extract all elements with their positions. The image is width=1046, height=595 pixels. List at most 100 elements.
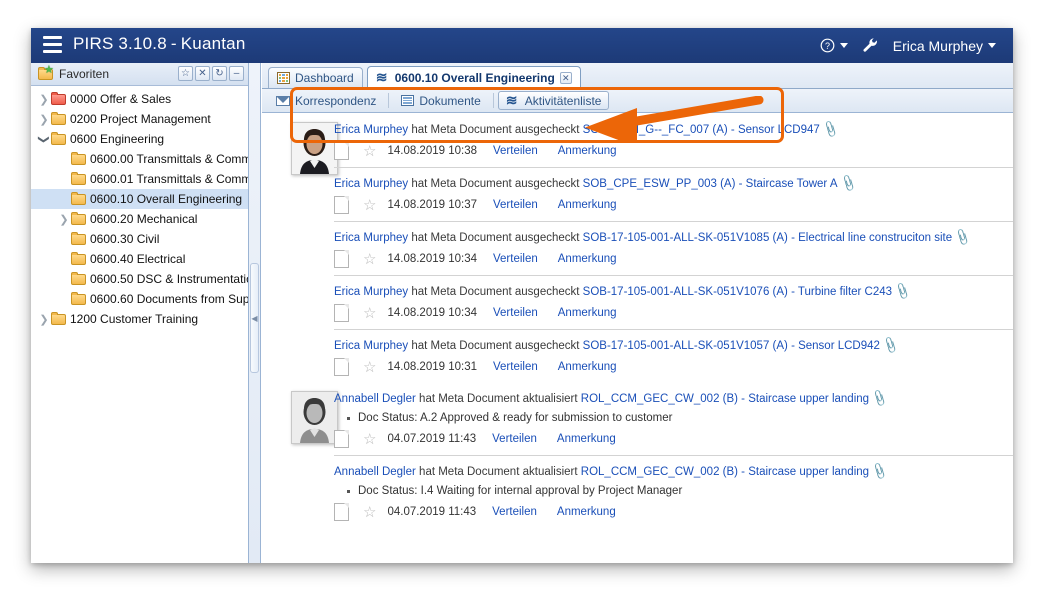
sidebar-tree-item[interactable]: ❯ 0200 Project Management <box>31 109 248 129</box>
document-icon[interactable] <box>334 250 349 268</box>
help-menu-button[interactable]: ? <box>813 28 855 63</box>
sidebar-splitter[interactable]: ◀ <box>249 63 261 563</box>
subtoolbar-button[interactable]: Dokumente <box>393 91 488 110</box>
tab-bar: Dashboard ≋ 0600.10 Overall Engineering ✕ <box>262 63 1013 89</box>
sidebar-tree-item[interactable]: 0600.10 Overall Engineering <box>31 189 248 209</box>
activity-user-link[interactable]: Erica Murphey <box>334 232 408 244</box>
avatar[interactable] <box>291 391 338 444</box>
activity-wave-icon: ≋ <box>375 68 388 85</box>
star-outline-icon[interactable]: ☆ <box>363 360 376 375</box>
splitter-collapse-handle[interactable]: ◀ <box>250 263 259 373</box>
chevron-down-icon <box>839 43 848 48</box>
activity-user-link[interactable]: Annabell Degler <box>334 393 416 405</box>
document-icon[interactable] <box>334 142 349 160</box>
activity-user-link[interactable]: Erica Murphey <box>334 340 408 352</box>
hamburger-menu-icon[interactable] <box>43 36 62 53</box>
tab-active[interactable]: ≋ 0600.10 Overall Engineering ✕ <box>366 66 581 88</box>
sidebar-tree-item[interactable]: 0600.40 Electrical <box>31 249 248 269</box>
note-link[interactable]: Anmerkung <box>558 145 617 157</box>
chevron-right-icon[interactable]: ❯ <box>37 93 51 106</box>
star-outline-icon[interactable]: ☆ <box>363 252 376 267</box>
document-icon[interactable] <box>334 196 349 214</box>
activity-document-link[interactable]: SOB-17-105-001-ALL-SK-051V1057 (A) - Sen… <box>583 340 880 352</box>
activity-user-link[interactable]: Annabell Degler <box>334 466 416 478</box>
username-label: Erica Murphey <box>892 37 983 54</box>
star-outline-icon[interactable]: ☆ <box>363 505 376 520</box>
tools-button[interactable] <box>855 28 886 63</box>
sidebar-tree-item[interactable]: 0600.50 DSC & Instrumentation <box>31 269 248 289</box>
activity-headline: Annabell Degler hat Meta Document aktual… <box>334 389 1013 409</box>
activity-user-link[interactable]: Erica Murphey <box>334 124 408 136</box>
activity-list[interactable]: Erica Murphey hat Meta Document ausgeche… <box>262 114 1013 563</box>
paperclip-icon[interactable]: 📎 <box>870 462 889 482</box>
tab-item[interactable]: Dashboard <box>268 67 363 88</box>
paperclip-icon[interactable]: 📎 <box>893 282 912 302</box>
sidebar: ★ Favoriten ☆ ✕ ↻ – ❯ 0000 Offer & Sales ❯ 020… <box>31 63 249 563</box>
document-icon[interactable] <box>334 358 349 376</box>
sidebar-tree-item[interactable]: 0600.60 Documents from Supplier <box>31 289 248 309</box>
sidebar-tree-item[interactable]: ❯ 1200 Customer Training <box>31 309 248 329</box>
star-outline-icon[interactable]: ☆ <box>363 432 376 447</box>
avatar-column <box>262 114 338 383</box>
activity-document-link[interactable]: ROL_CCM_GEC_CW_002 (B) - Staircase upper… <box>581 393 869 405</box>
share-link[interactable]: Verteilen <box>492 433 537 445</box>
sidebar-tree-item[interactable]: ❯ 0600 Engineering <box>31 129 248 149</box>
share-link[interactable]: Verteilen <box>493 145 538 157</box>
note-link[interactable]: Anmerkung <box>558 199 617 211</box>
chevron-down-icon[interactable]: ❯ <box>38 132 51 146</box>
note-link[interactable]: Anmerkung <box>557 506 616 518</box>
share-link[interactable]: Verteilen <box>493 199 538 211</box>
share-link[interactable]: Verteilen <box>493 361 538 373</box>
document-icon[interactable] <box>334 304 349 322</box>
title-bar: PIRS 3.10.8- Kuantan ? Erica Murphey <box>31 28 1013 63</box>
share-link[interactable]: Verteilen <box>493 253 538 265</box>
paperclip-icon[interactable]: 📎 <box>953 228 972 248</box>
minimize-button[interactable]: – <box>229 66 244 81</box>
paperclip-icon[interactable]: 📎 <box>880 336 900 356</box>
star-outline-icon[interactable]: ☆ <box>363 198 376 213</box>
document-icon[interactable] <box>334 503 349 521</box>
chevron-right-icon[interactable]: ❯ <box>37 113 51 126</box>
subtoolbar-button[interactable]: ≋ Aktivitätenliste <box>497 91 610 110</box>
sidebar-tree-item[interactable]: 0600.00 Transmittals & Comments <box>31 149 248 169</box>
star-outline-icon[interactable]: ☆ <box>363 144 376 159</box>
activity-meta-row: ☆ 14.08.2019 10:31 Verteilen Anmerkung <box>334 358 1013 376</box>
sidebar-tree-item[interactable]: ❯ 0600.20 Mechanical <box>31 209 248 229</box>
close-panel-button[interactable]: ✕ <box>195 66 210 81</box>
activity-document-link[interactable]: SOB-17-105-001-ALL-SK-051V1085 (A) - Ele… <box>583 232 952 244</box>
sidebar-tree-item[interactable]: 0600.30 Civil <box>31 229 248 249</box>
user-menu-button[interactable]: Erica Murphey <box>886 28 1003 63</box>
activity-document-link[interactable]: SOB_CPE_ESW_PP_003 (A) - Staircase Tower… <box>583 178 838 190</box>
close-icon[interactable]: ✕ <box>559 71 572 84</box>
activity-timestamp: 14.08.2019 10:38 <box>387 145 477 157</box>
paperclip-icon[interactable]: 📎 <box>870 389 889 409</box>
note-link[interactable]: Anmerkung <box>558 307 617 319</box>
chevron-right-icon[interactable]: ❯ <box>57 213 71 226</box>
chevron-right-icon[interactable]: ❯ <box>37 313 51 326</box>
document-icon[interactable] <box>334 430 349 448</box>
sub-toolbar: Korrespondenz Dokumente ≋ Aktivitätenliste <box>262 89 1013 113</box>
application-window: PIRS 3.10.8- Kuantan ? Erica Murphey ★ F… <box>31 28 1013 563</box>
note-link[interactable]: Anmerkung <box>558 253 617 265</box>
activity-action-text: hat Meta Document ausgecheckt <box>411 340 580 352</box>
subtoolbar-button-label: Korrespondenz <box>295 93 377 108</box>
add-favorite-button[interactable]: ☆ <box>178 66 193 81</box>
refresh-button[interactable]: ↻ <box>212 66 227 81</box>
note-link[interactable]: Anmerkung <box>557 433 616 445</box>
activity-user-link[interactable]: Erica Murphey <box>334 178 408 190</box>
paperclip-icon[interactable]: 📎 <box>838 174 857 194</box>
sidebar-tree-item-label: 0200 Project Management <box>70 112 211 126</box>
activity-document-link[interactable]: SOB-17-105-001-ALL-SK-051V1076 (A) - Tur… <box>583 286 892 298</box>
paperclip-icon[interactable]: 📎 <box>820 120 840 140</box>
share-link[interactable]: Verteilen <box>493 307 538 319</box>
note-link[interactable]: Anmerkung <box>558 361 617 373</box>
star-outline-icon[interactable]: ☆ <box>363 306 376 321</box>
share-link[interactable]: Verteilen <box>492 506 537 518</box>
sidebar-tree-item[interactable]: 0600.01 Transmittals & Comments <box>31 169 248 189</box>
avatar[interactable] <box>291 122 338 175</box>
activity-user-link[interactable]: Erica Murphey <box>334 286 408 298</box>
sidebar-tree-item[interactable]: ❯ 0000 Offer & Sales <box>31 89 248 109</box>
activity-document-link[interactable]: ROL_CCM_GEC_CW_002 (B) - Staircase upper… <box>581 466 869 478</box>
subtoolbar-button[interactable]: Korrespondenz <box>268 91 384 110</box>
activity-document-link[interactable]: SOB_CPM_G--_FC_007 (A) - Sensor LCD947 <box>583 124 820 136</box>
